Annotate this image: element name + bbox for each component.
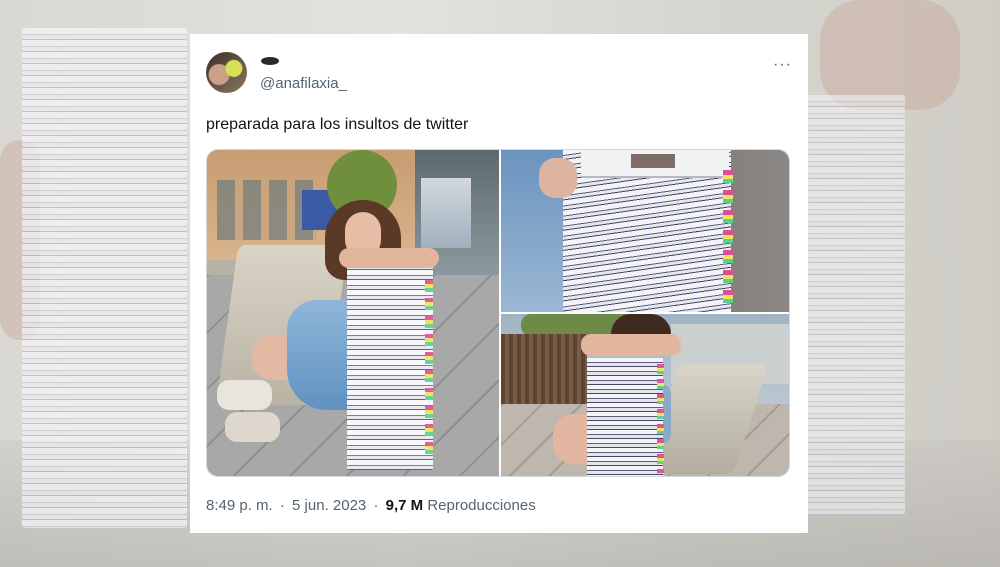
tweet-time[interactable]: 8:49 p. m. xyxy=(206,497,273,514)
photo-girl-hiding-behind-stack[interactable] xyxy=(501,314,789,476)
photo-notebook-cover-image xyxy=(631,154,675,168)
views-label: Reproducciones xyxy=(427,497,536,514)
photo-sticky-tabs xyxy=(723,170,733,310)
photo-sticky-tabs xyxy=(657,364,664,474)
photo-girl-with-notebook-stack[interactable] xyxy=(207,150,499,476)
photo-notebook-stack xyxy=(347,260,433,470)
photo-sticky-tabs xyxy=(425,280,433,460)
avatar[interactable] xyxy=(206,52,247,93)
photo-arms xyxy=(581,334,681,356)
tweet-text: preparada para los insultos de twitter xyxy=(206,116,469,133)
separator: · xyxy=(279,497,285,514)
views-count[interactable]: 9,7 M xyxy=(386,497,424,514)
user-handle[interactable]: @anafilaxia_ xyxy=(260,75,347,92)
tweet-metadata: 8:49 p. m. · 5 jun. 2023 · 9,7 M Reprodu… xyxy=(206,497,536,514)
more-options-icon[interactable]: ··· xyxy=(773,56,792,74)
photo-shop-window xyxy=(421,178,471,248)
photo-notebook-stack xyxy=(587,358,663,476)
separator: · xyxy=(373,497,379,514)
photo-sneaker xyxy=(217,380,272,410)
photo-hand xyxy=(539,158,577,198)
photo-notebook-stack-closeup[interactable] xyxy=(501,150,789,312)
photo-sneaker xyxy=(225,412,280,442)
tweet-card: @anafilaxia_ ··· preparada para los insu… xyxy=(190,34,808,533)
background-notebook-stack-left xyxy=(22,28,187,528)
tweet-date[interactable]: 5 jun. 2023 xyxy=(292,497,366,514)
display-name[interactable] xyxy=(261,57,279,65)
photo-fence xyxy=(501,334,587,414)
background-person-right xyxy=(820,0,960,110)
media-grid xyxy=(206,149,790,477)
background-notebook-stack-right xyxy=(805,95,905,515)
photo-arms xyxy=(339,248,439,268)
